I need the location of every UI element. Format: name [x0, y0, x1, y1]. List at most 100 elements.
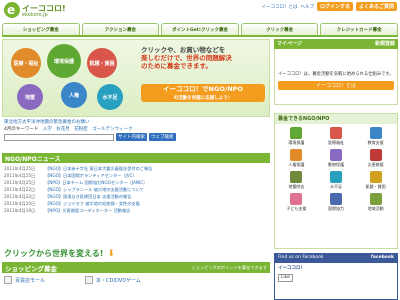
about-button[interactable]: イーココロ！とは: [278, 81, 394, 90]
org-icon: [369, 149, 382, 161]
org-header: 募金できるNGO/NPO: [275, 114, 397, 124]
banner-headline: クリックや、お買い物などを 楽しむだけで、世界の問題解決 のために募金できます。: [141, 46, 232, 70]
org-item[interactable]: 水不足: [318, 171, 355, 190]
org-icon: [329, 171, 342, 183]
click-banner-text: クリックから世界を変える!: [4, 249, 104, 258]
web-search-button[interactable]: ウェブ検索: [149, 133, 176, 141]
org-icon: [329, 149, 342, 161]
book-icon: [85, 276, 94, 284]
facebook-like-button[interactable]: Like: [278, 274, 293, 282]
facebook-header: Find us on Facebook facebook: [275, 254, 397, 263]
banner-cta-button[interactable]: イーココロ！でNGO/NPO の活動を気軽に応援しよう！: [141, 84, 265, 102]
org-item[interactable]: 動物保護: [318, 149, 355, 168]
list-item[interactable]: 2011年4月19日 【NPO】災害救援コーディネーター 活動報告: [4, 208, 270, 213]
store-icon: [4, 276, 12, 284]
bubble-poverty: 飢餓・貧困: [87, 48, 117, 78]
bubble-landmine: 地雷: [17, 84, 43, 110]
click-banner: クリックから世界を変える! ⬇: [4, 248, 115, 259]
emergency-notice-link[interactable]: 東北地方太平洋沖地震の緊急募金のお願い: [4, 119, 90, 125]
org-item[interactable]: 子ども支援: [278, 193, 315, 212]
org-label: 国際協力: [327, 206, 344, 211]
org-label: 環境保護: [288, 140, 305, 145]
list-item[interactable]: 2011年4月25日 【NGO】日本赤十字社 東日本大震災義援金受付のご報告: [4, 166, 270, 171]
org-label: 教育支援: [367, 140, 384, 145]
keyword-link[interactable]: お花見: [56, 127, 70, 132]
news-list: 2011年4月25日 【NGO】日本赤十字社 東日本大震災義援金受付のご報告 20…: [4, 166, 270, 215]
tab-action[interactable]: アクション募金: [81, 23, 160, 35]
mypage-header: マイページ 新規登録: [274, 39, 398, 49]
bubble-water: 水不足: [97, 84, 123, 110]
shopping-item-books[interactable]: 本・CD/DVDゲーム: [85, 276, 141, 284]
bubble-environment: 環境保護: [47, 44, 81, 78]
keyword-line: 4月のキーワード 入学 お花見 花粉症 ゴールデンウィーク: [4, 127, 133, 132]
org-icon: [290, 127, 303, 139]
org-icon: [369, 127, 382, 139]
org-icon: [329, 193, 342, 205]
shopping-header: ショッピング募金 ショッピングのポイントを募金できます: [2, 262, 270, 273]
arrow-down-icon: ⬇: [107, 248, 115, 259]
org-label: 水不足: [329, 184, 342, 189]
nav-divider: [2, 35, 398, 37]
org-item[interactable]: 医療福祉: [318, 127, 355, 146]
org-label: 子ども支援: [286, 206, 307, 211]
logo-icon: e: [4, 2, 20, 18]
shopping-item-department[interactable]: 百貨店モール: [4, 276, 45, 284]
keyword-link[interactable]: 花粉症: [74, 127, 88, 132]
org-icon: [290, 193, 303, 205]
facebook-page-name[interactable]: イーココロ！: [278, 266, 394, 272]
mypage-desc: イーココロ！は、募金活動を気軽に始められる仕組みです。: [278, 72, 394, 77]
main-nav: ショッピング募金 アクション募金 ポイントGet!クリック募金 クリック募金 ク…: [2, 23, 398, 35]
bubble-medical: 医療・福祉: [11, 48, 41, 78]
facebook-box: Find us on Facebook facebook イーココロ！ Like: [274, 253, 398, 300]
org-icon: [329, 127, 342, 139]
org-label: 動物保護: [327, 162, 344, 167]
org-icon: [290, 149, 303, 161]
tab-credit[interactable]: クレジットカード募金: [320, 23, 398, 35]
facebook-body: イーココロ！ Like: [275, 263, 397, 285]
register-link[interactable]: 新規登録: [375, 40, 395, 48]
hero-banner[interactable]: 医療・福祉 環境保護 飢餓・貧困 人権 地雷 水不足 クリックや、お買い物などを…: [2, 39, 270, 117]
org-label: 地雷除去: [288, 184, 305, 189]
org-label: 医療福祉: [327, 140, 344, 145]
tab-shopping[interactable]: ショッピング募金: [2, 23, 80, 35]
top-links: イーココロ！とは ヘルプ ログインする よくあるご質問: [261, 2, 397, 11]
org-label: 飢餓・貧困: [365, 184, 386, 189]
tab-point-click[interactable]: ポイントGet!クリック募金: [161, 23, 239, 35]
logo-url: ekokoro.jp: [22, 12, 48, 18]
org-item[interactable]: 災害救援: [357, 149, 394, 168]
list-item[interactable]: 2011年4月20日 【NGO】ジョイセフ 被災地の妊産婦・女性の支援: [4, 201, 270, 206]
news-header: NGO/NPOニュース: [2, 153, 270, 163]
org-item[interactable]: 飢餓・貧困: [357, 171, 394, 190]
org-label: 人権保護: [288, 162, 305, 167]
list-item[interactable]: 2011年4月22日 【NGO】シャプラニール 被災地の支援活動について: [4, 187, 270, 192]
list-item[interactable]: 2011年4月25日 【NGO】日本国際ボランティアセンター（JVC）: [4, 173, 270, 178]
org-icon: [290, 171, 303, 183]
org-item[interactable]: 地雷除去: [278, 171, 315, 190]
org-item[interactable]: 教育支援: [357, 127, 394, 146]
list-item[interactable]: 2011年4月25日 【NPO】日本チーム 国際協力NGOセンター（JANIC）: [4, 180, 270, 185]
site-logo[interactable]: e イーココロ! ekokoro.jp: [4, 2, 66, 18]
org-item[interactable]: 国際協力: [318, 193, 355, 212]
org-item[interactable]: 地域活動: [357, 193, 394, 212]
org-item[interactable]: 環境保護: [278, 127, 315, 146]
keyword-link[interactable]: 入学: [43, 127, 52, 132]
keyword-link[interactable]: ゴールデンウィーク: [92, 127, 133, 132]
faq-button[interactable]: よくあるご質問: [355, 2, 397, 11]
list-item[interactable]: 2011年4月22日 【NGO】国境なき医師団日本 支援活動の報告: [4, 194, 270, 199]
mypage-box: イーココロ！は、募金活動を気軽に始められる仕組みです。 イーココロ！とは: [274, 49, 398, 105]
org-grid: 環境保護 医療福祉 教育支援人権保護 動物保護 災害救援地雷除去 水不足 飢餓・貧困子ども支…: [275, 124, 397, 215]
bubble-human-rights: 人権: [61, 82, 87, 108]
search-row: サイト内検索 ウェブ検索: [4, 133, 176, 141]
org-icon: [369, 171, 382, 183]
login-button[interactable]: ログインする: [316, 2, 353, 11]
org-label: 災害救援: [367, 162, 384, 167]
tab-click[interactable]: クリック募金: [240, 23, 319, 35]
shopping-items: 百貨店モール 本・CD/DVDゲーム: [4, 276, 270, 284]
org-item[interactable]: 人権保護: [278, 149, 315, 168]
help-link[interactable]: ヘルプ: [300, 4, 314, 10]
org-label: 地域活動: [367, 206, 384, 211]
search-input[interactable]: [4, 133, 114, 141]
site-search-button[interactable]: サイト内検索: [116, 133, 147, 141]
about-link[interactable]: イーココロ！とは: [261, 4, 297, 10]
org-icon: [369, 193, 382, 205]
